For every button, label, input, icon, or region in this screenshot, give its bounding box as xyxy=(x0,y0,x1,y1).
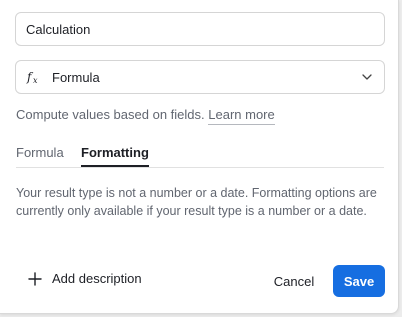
save-button[interactable]: Save xyxy=(333,265,385,297)
tab-formula[interactable]: Formula xyxy=(16,145,64,165)
field-type-label: Formula xyxy=(52,69,100,85)
plus-icon xyxy=(28,271,42,286)
field-help-text: Compute values based on fields. Learn mo… xyxy=(16,107,275,125)
field-config-panel: f x Formula Compute values based on fiel… xyxy=(0,0,399,314)
add-description-button[interactable]: Add description xyxy=(28,271,142,286)
formula-fx-icon: f x xyxy=(26,69,42,85)
tab-bar: Formula Formatting xyxy=(16,145,384,168)
tab-formatting[interactable]: Formatting xyxy=(81,145,149,167)
svg-text:x: x xyxy=(33,76,38,85)
field-type-select[interactable]: f x Formula xyxy=(15,60,385,94)
field-name-input[interactable] xyxy=(15,12,385,46)
learn-more-link[interactable]: Learn more xyxy=(208,107,275,125)
chevron-down-icon xyxy=(360,70,374,84)
cancel-button[interactable]: Cancel xyxy=(266,266,322,296)
add-description-label: Add description xyxy=(52,271,142,286)
formatting-message: Your result type is not a number or a da… xyxy=(16,186,377,218)
help-description: Compute values based on fields. xyxy=(16,107,205,122)
